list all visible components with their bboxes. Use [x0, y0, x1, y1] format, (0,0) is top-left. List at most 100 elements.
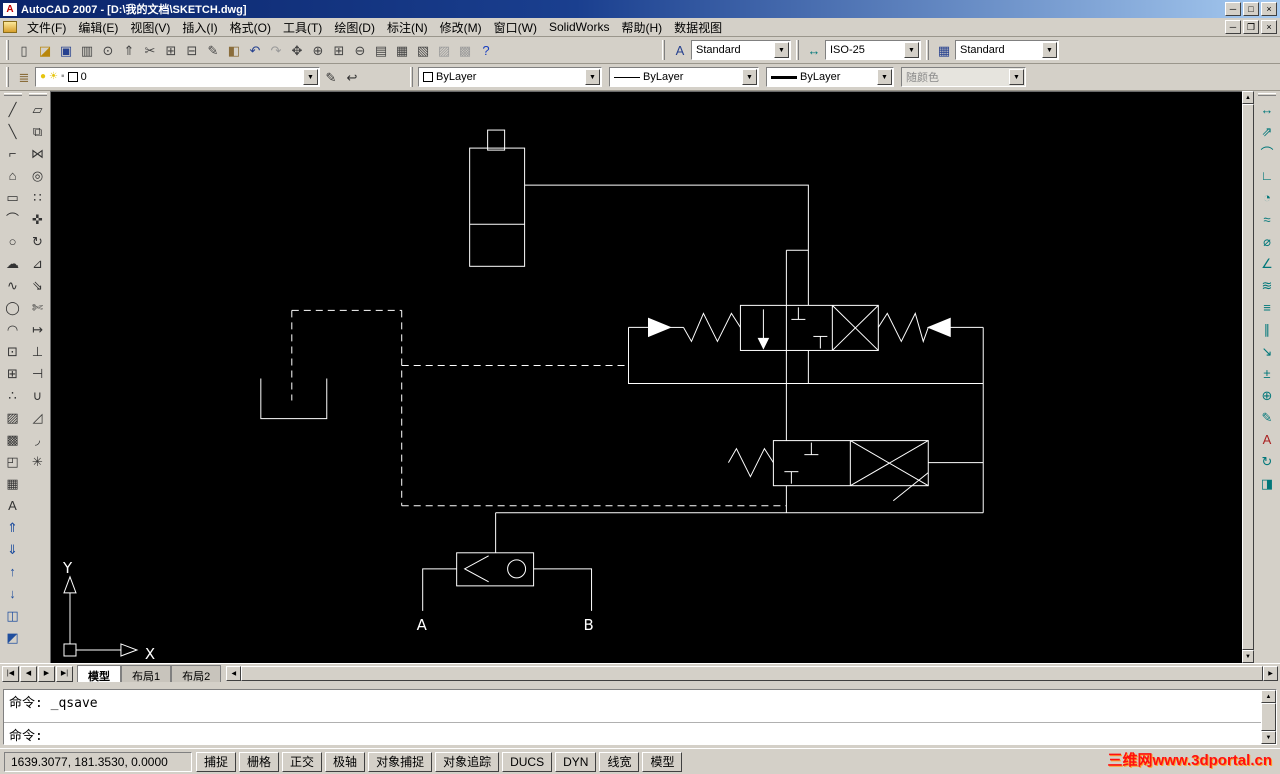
toolbar-button[interactable]: ◫ — [1, 604, 24, 626]
toolbar-button[interactable]: ⌒ — [1, 208, 24, 230]
toolbar-grip[interactable] — [6, 40, 9, 60]
toolbar-button[interactable]: ◩ — [1, 626, 24, 648]
toolbar-button[interactable]: ⊙ — [98, 40, 118, 60]
toolbar-button[interactable]: ⊞ — [1, 362, 24, 384]
toolbar-button[interactable]: ⊖ — [350, 40, 370, 60]
menu-edit[interactable]: 编辑(E) — [72, 17, 124, 38]
directional-valve-4-3[interactable] — [628, 304, 984, 351]
directional-valve-2pos[interactable] — [727, 440, 929, 502]
toolbar-button[interactable]: ↦ — [26, 318, 49, 340]
command-input-line[interactable]: 命令: — [4, 723, 1261, 744]
tab-last-button[interactable]: ▶| — [56, 665, 73, 682]
tab-first-button[interactable]: |◀ — [2, 665, 19, 682]
scroll-up-icon[interactable]: ▲ — [1242, 91, 1254, 104]
grid-toggle[interactable]: 栅格 — [239, 751, 280, 772]
otrack-toggle[interactable]: 对象追踪 — [435, 751, 500, 772]
toolbar-button[interactable]: ↓ — [1, 582, 24, 604]
chevron-down-icon[interactable]: ▼ — [904, 42, 919, 58]
chevron-down-icon[interactable]: ▼ — [303, 69, 318, 85]
coordinates-display[interactable]: 1639.3077, 181.3530, 0.0000 — [4, 751, 192, 772]
text-style-combo[interactable]: Standard ▼ — [691, 40, 791, 60]
toolbar-button[interactable]: ↻ — [1256, 450, 1278, 472]
toolbar-button[interactable]: ◯ — [1, 296, 24, 318]
toolbar-button[interactable]: A — [670, 40, 690, 60]
toolbar-button[interactable]: ▧ — [413, 40, 433, 60]
menu-file[interactable]: 文件(F) — [21, 17, 72, 38]
toolbar-button[interactable]: ✜ — [26, 208, 49, 230]
toolbar-button[interactable]: ⊿ — [26, 252, 49, 274]
drawing-canvas[interactable]: A B Y X — [51, 92, 1242, 663]
drawing-area[interactable]: A B Y X — [50, 91, 1242, 663]
toolbar-button[interactable]: A — [1256, 428, 1278, 450]
chevron-down-icon[interactable]: ▼ — [585, 69, 600, 85]
toolbar-button[interactable]: ⊕ — [1256, 384, 1278, 406]
toolbar-button[interactable]: ⇑ — [1, 516, 24, 538]
maximize-button[interactable]: □ — [1243, 2, 1259, 16]
table-style-combo[interactable]: Standard ▼ — [955, 40, 1059, 60]
toolbar-button[interactable]: ⊕ — [308, 40, 328, 60]
command-scrollbar-thumb[interactable] — [1261, 703, 1276, 731]
toolbar-button[interactable]: ∪ — [26, 384, 49, 406]
pilot-lines-dashed[interactable] — [291, 309, 787, 507]
menu-view[interactable]: 视图(V) — [124, 17, 176, 38]
vertical-scrollbar-thumb[interactable] — [1242, 104, 1254, 650]
toolbar-button[interactable]: ▨ — [434, 40, 454, 60]
close-button[interactable]: × — [1261, 2, 1277, 16]
toolbar-button[interactable]: ⋈ — [26, 142, 49, 164]
menu-dataview[interactable]: 数据视图 — [668, 17, 728, 38]
toolbar-button[interactable]: ∴ — [1, 384, 24, 406]
toolbar-button[interactable]: ≈ — [1256, 208, 1278, 230]
toolbar-button[interactable]: ⌂ — [1, 164, 24, 186]
toolbar-grip[interactable] — [796, 40, 799, 60]
layer-combo[interactable]: ● ☀ ▪ 0 ▼ — [35, 67, 320, 87]
toolbar-button[interactable]: ▤ — [371, 40, 391, 60]
command-history[interactable]: 命令: _qsave — [4, 690, 1261, 723]
toolbar-button[interactable]: ✎ — [321, 67, 341, 87]
check-valve[interactable] — [422, 552, 593, 611]
toolbar-button[interactable]: ⇓ — [1, 538, 24, 560]
toolbar-button[interactable]: ◿ — [26, 406, 49, 428]
toolbar-grip[interactable] — [1258, 93, 1276, 96]
toolbar-button[interactable]: ◧ — [224, 40, 244, 60]
osnap-toggle[interactable]: 对象捕捉 — [368, 751, 433, 772]
lineweight-combo[interactable]: ByLayer ▼ — [766, 67, 894, 87]
linetype-combo[interactable]: ByLayer ▼ — [609, 67, 759, 87]
hydraulic-piping[interactable] — [495, 184, 984, 553]
ducs-toggle[interactable]: DUCS — [502, 751, 553, 772]
toolbar-button[interactable]: ↻ — [26, 230, 49, 252]
toolbar-button[interactable]: ✂ — [140, 40, 160, 60]
toolbar-button[interactable]: ▩ — [1, 428, 24, 450]
tab-model[interactable]: 模型 — [77, 665, 121, 683]
toolbar-button[interactable]: ⌐ — [1, 142, 24, 164]
menu-solidworks[interactable]: SolidWorks — [543, 18, 615, 36]
toolbar-button[interactable]: ▦ — [1, 472, 24, 494]
toolbar-button[interactable]: ⇘ — [26, 274, 49, 296]
minimize-button[interactable]: ─ — [1225, 2, 1241, 16]
toolbar-button[interactable]: ✄ — [26, 296, 49, 318]
toolbar-button[interactable]: ∠ — [1256, 252, 1278, 274]
toolbar-button[interactable]: ↷ — [266, 40, 286, 60]
tab-prev-button[interactable]: ◀ — [20, 665, 37, 682]
scroll-down-icon[interactable]: ▼ — [1261, 731, 1276, 744]
menu-help[interactable]: 帮助(H) — [615, 17, 668, 38]
toolbar-button[interactable]: ⊞ — [329, 40, 349, 60]
toolbar-button[interactable]: ≣ — [14, 67, 34, 87]
toolbar-button[interactable]: ▩ — [455, 40, 475, 60]
toolbar-button[interactable]: ◎ — [26, 164, 49, 186]
toolbar-grip[interactable] — [410, 67, 413, 87]
toolbar-button[interactable]: ⊥ — [26, 340, 49, 362]
toolbar-button[interactable]: ▨ — [1, 406, 24, 428]
toolbar-button[interactable]: ✎ — [1256, 406, 1278, 428]
toolbar-grip[interactable] — [926, 40, 929, 60]
chevron-down-icon[interactable]: ▼ — [742, 69, 757, 85]
command-scrollbar[interactable]: ▲ ▼ — [1261, 690, 1276, 744]
toolbar-button[interactable]: ╲ — [1, 120, 24, 142]
toolbar-button[interactable]: ↑ — [1, 560, 24, 582]
toolbar-button[interactable]: ⇗ — [1256, 120, 1278, 142]
chevron-down-icon[interactable]: ▼ — [1042, 42, 1057, 58]
toolbar-button[interactable]: ✎ — [203, 40, 223, 60]
toolbar-button[interactable]: ▯ — [14, 40, 34, 60]
toolbar-grip[interactable] — [6, 67, 9, 87]
toolbar-grip[interactable] — [28, 93, 47, 96]
ortho-toggle[interactable]: 正交 — [282, 751, 323, 772]
